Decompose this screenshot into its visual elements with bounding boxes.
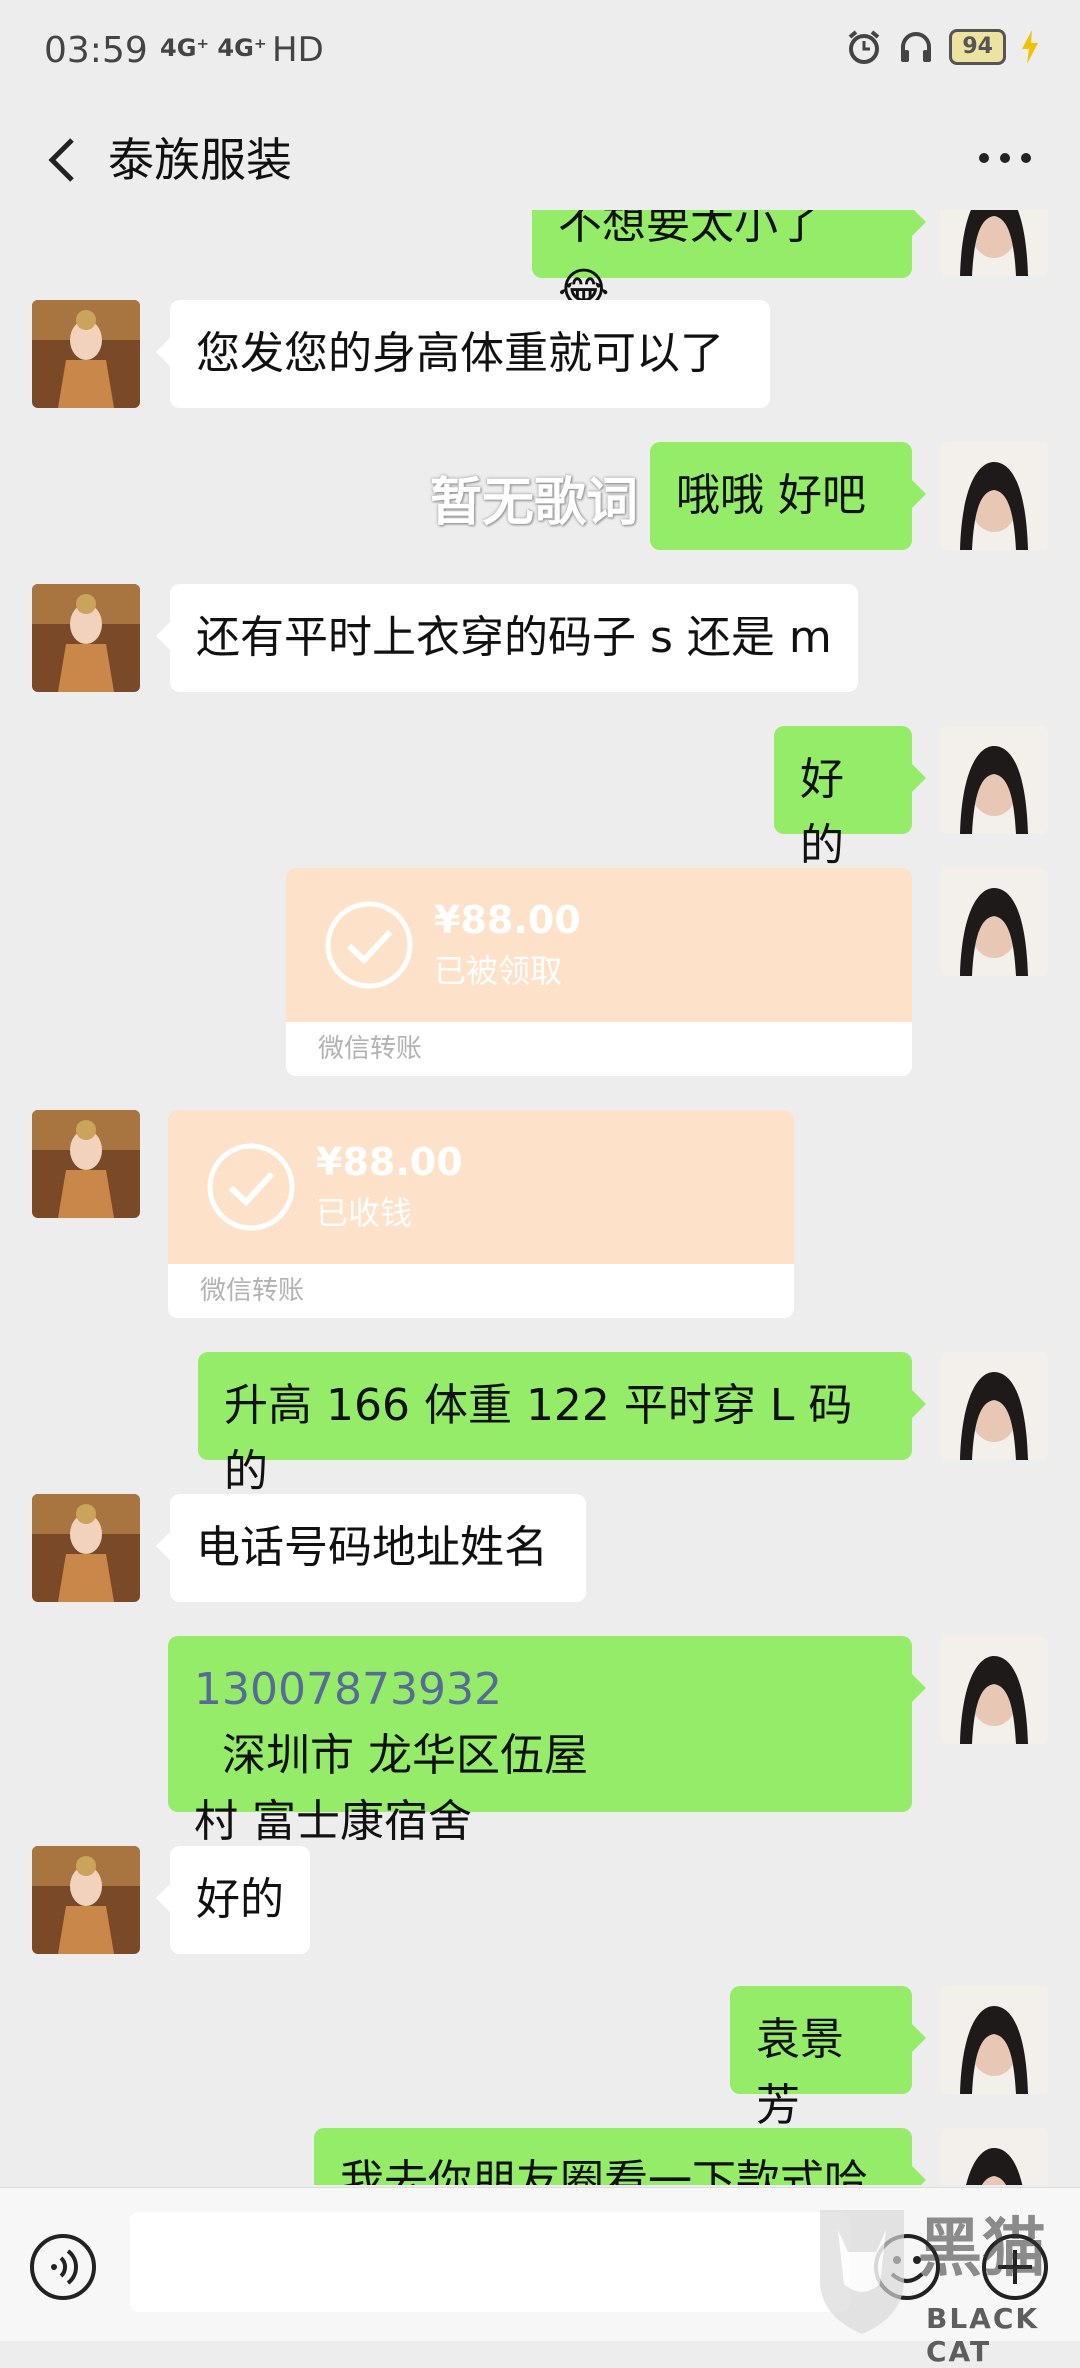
transfer-amount: ¥88.00: [434, 898, 581, 942]
avatar-shop[interactable]: [32, 1494, 140, 1602]
signal-icon: 4G⁺ 4G⁺: [160, 34, 267, 62]
message-text: 不想要太小了: [558, 210, 822, 249]
message-text: 村 富士康宿舍: [194, 1796, 472, 1847]
status-right: 94: [845, 28, 1040, 66]
avatar-self[interactable]: [940, 1352, 1048, 1460]
avatar-self[interactable]: [940, 1986, 1048, 2094]
transfer-footer: 微信转账: [318, 1034, 423, 1064]
message-bubble-incoming[interactable]: 还有平时上衣穿的码子 s 还是 m: [156, 584, 858, 692]
phone-number-link[interactable]: 13007873932: [194, 1664, 502, 1715]
message-bubble-outgoing[interactable]: 13007873932 深圳市 龙华区伍屋 村 富士康宿舍: [168, 1636, 926, 1847]
avatar-self[interactable]: [940, 2128, 1048, 2185]
charging-icon: [1022, 30, 1038, 64]
chat-title: 泰族服装: [108, 133, 292, 187]
transfer-status: 已被领取: [434, 952, 563, 990]
message-text: 好的: [800, 754, 844, 871]
avatar-shop[interactable]: [32, 1110, 140, 1218]
avatar-self[interactable]: [940, 210, 1048, 276]
transfer-footer: 微信转账: [200, 1276, 305, 1306]
avatar-shop[interactable]: [32, 584, 140, 692]
message-text: 我去你朋友圈看一下款式哈: [340, 2156, 868, 2185]
message-text: 您发您的身高体重就可以了: [196, 328, 724, 379]
avatar-self[interactable]: [940, 868, 1048, 976]
svg-text:黑猫: 黑猫: [918, 2212, 1046, 2286]
avatar-shop[interactable]: [32, 300, 140, 408]
message-text: 深圳市 龙华区伍屋: [194, 1730, 588, 1781]
more-dots-icon: [979, 153, 1031, 163]
chevron-left-icon: [48, 138, 74, 182]
chat-header: 泰族服装: [0, 110, 1080, 210]
back-button[interactable]: [32, 128, 92, 192]
voice-icon: [30, 2234, 96, 2300]
more-button[interactable]: [970, 126, 1040, 190]
transfer-status: 已收钱: [316, 1194, 413, 1232]
avatar-self[interactable]: [940, 726, 1048, 834]
message-text: 哦哦 好吧: [676, 470, 866, 521]
message-text: 好的: [196, 1874, 284, 1925]
battery-indicator: 94: [949, 29, 1006, 65]
message-bubble-outgoing[interactable]: 不想要太小了 😂: [532, 210, 926, 315]
alarm-icon: [849, 30, 880, 64]
black-cat-watermark: 黑猫 BLACK CAT: [808, 2200, 1080, 2368]
check-circle-icon: [207, 1143, 295, 1231]
message-text: 电话号码地址姓名: [196, 1522, 548, 1573]
message-bubble-incoming[interactable]: 您发您的身高体重就可以了: [156, 300, 770, 408]
message-bubble-outgoing[interactable]: 哦哦 好吧: [650, 442, 926, 550]
message-text: 升高 166 体重 122 平时穿 L 码的: [224, 1380, 853, 1497]
status-bar: 03:59 4G⁺ 4G⁺ HD 94: [0, 0, 1080, 110]
message-text: 袁景芳: [756, 2014, 844, 2131]
avatar-self[interactable]: [940, 442, 1048, 550]
floating-lyric-overlay: 暂无歌词: [430, 473, 639, 533]
message-bubble-incoming[interactable]: 电话号码地址姓名: [156, 1494, 586, 1602]
status-time: 03:59: [44, 30, 148, 71]
hd-indicator: HD: [272, 30, 324, 70]
avatar-self[interactable]: [940, 1636, 1048, 1744]
voice-button[interactable]: [28, 2232, 98, 2302]
transfer-card-incoming[interactable]: ¥88.00 已收钱 微信转账: [168, 1110, 794, 1318]
transfer-card-outgoing[interactable]: ¥88.00 已被领取 微信转账: [286, 868, 912, 1076]
message-bubble-outgoing[interactable]: 好的: [774, 726, 926, 871]
message-bubble-incoming[interactable]: 好的: [156, 1846, 310, 1954]
watermark-text: BLACK CAT: [926, 2302, 1040, 2368]
headset-icon: [901, 32, 932, 62]
message-bubble-outgoing[interactable]: 我去你朋友圈看一下款式哈: [314, 2128, 926, 2185]
message-bubble-outgoing[interactable]: 升高 166 体重 122 平时穿 L 码的: [198, 1352, 926, 1497]
message-bubble-outgoing[interactable]: 袁景芳: [730, 1986, 926, 2131]
check-circle-icon: [325, 901, 413, 989]
avatar-shop[interactable]: [32, 1846, 140, 1954]
message-input[interactable]: [130, 2212, 850, 2312]
transfer-amount: ¥88.00: [316, 1140, 463, 1184]
message-text: 还有平时上衣穿的码子 s 还是 m: [196, 612, 832, 663]
